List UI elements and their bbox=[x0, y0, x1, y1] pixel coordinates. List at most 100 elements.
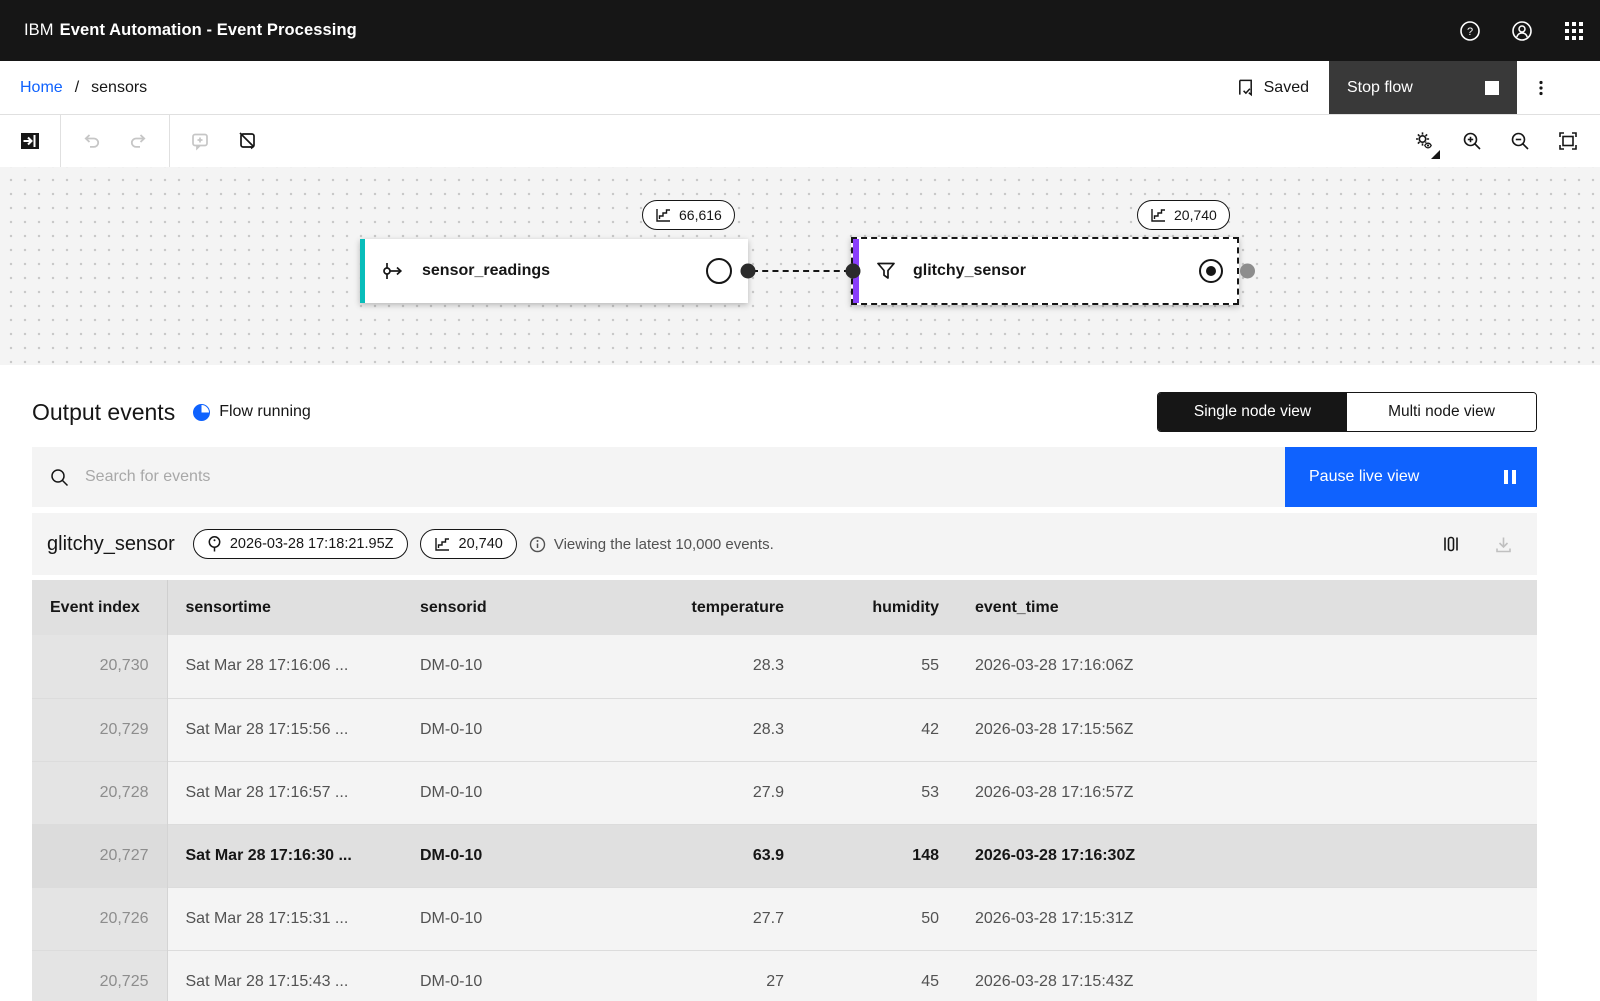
table-row[interactable]: 20,725 Sat Mar 28 17:15:43 ... DM-0-10 2… bbox=[32, 949, 1537, 1001]
header-actions: ? bbox=[1444, 0, 1600, 61]
cell-sensortime: Sat Mar 28 17:15:31 ... bbox=[167, 886, 402, 950]
fit-to-screen-button[interactable] bbox=[1544, 117, 1592, 165]
table-row[interactable]: 20,727 Sat Mar 28 17:16:30 ... DM-0-10 6… bbox=[32, 823, 1537, 887]
column-settings-icon bbox=[1442, 535, 1460, 553]
node-glitchy-sensor[interactable]: glitchy_sensor bbox=[845, 237, 1255, 305]
search-row: Pause live view bbox=[32, 447, 1537, 507]
zoom-in-button[interactable] bbox=[1448, 117, 1496, 165]
breadcrumb-current: sensors bbox=[91, 78, 148, 96]
cell-event-index: 20,726 bbox=[32, 886, 168, 950]
node-view-switcher: Single node view Multi node view bbox=[1157, 392, 1537, 432]
cell-sensorid: DM-0-10 bbox=[402, 697, 652, 761]
column-settings-button[interactable] bbox=[1431, 524, 1471, 564]
zoom-out-icon bbox=[1509, 130, 1531, 152]
cell-sensortime: Sat Mar 28 17:16:57 ... bbox=[167, 760, 402, 824]
table-row[interactable]: 20,730 Sat Mar 28 17:16:06 ... DM-0-10 2… bbox=[32, 635, 1537, 698]
stop-icon bbox=[1485, 80, 1499, 95]
cell-temperature: 28.3 bbox=[652, 697, 802, 761]
filter-icon bbox=[875, 260, 897, 282]
download-button[interactable] bbox=[1483, 524, 1523, 564]
cell-humidity: 45 bbox=[802, 949, 957, 1001]
deselect-button[interactable] bbox=[224, 117, 272, 165]
cell-sensorid: DM-0-10 bbox=[402, 949, 652, 1001]
cell-event-time: 2026-03-28 17:16:06Z bbox=[957, 635, 1537, 698]
download-icon bbox=[1494, 535, 1513, 554]
table-body: 20,730 Sat Mar 28 17:16:06 ... DM-0-10 2… bbox=[32, 635, 1537, 1001]
view-settings-button[interactable] bbox=[1400, 117, 1448, 165]
user-profile-button[interactable] bbox=[1496, 0, 1548, 61]
help-button[interactable]: ? bbox=[1444, 0, 1496, 61]
cell-humidity: 55 bbox=[802, 635, 957, 698]
search-input[interactable] bbox=[85, 468, 1285, 486]
table-row[interactable]: 20,728 Sat Mar 28 17:16:57 ... DM-0-10 2… bbox=[32, 760, 1537, 824]
help-icon: ? bbox=[1459, 20, 1481, 42]
redo-button[interactable] bbox=[115, 117, 163, 165]
timestamp-chip[interactable]: 2026-03-28 17:18:21.95Z bbox=[192, 529, 408, 559]
add-comment-button[interactable] bbox=[176, 117, 224, 165]
input-port[interactable] bbox=[845, 263, 861, 279]
event-count-chip-label: 20,740 bbox=[458, 536, 503, 552]
event-count-badge-source: 66,616 bbox=[642, 200, 735, 230]
ghost-output-port[interactable] bbox=[1240, 263, 1255, 279]
col-temperature: temperature bbox=[652, 580, 802, 635]
cell-humidity: 42 bbox=[802, 697, 957, 761]
step-chart-icon bbox=[655, 208, 672, 223]
toolbar-group-edit bbox=[170, 115, 278, 167]
events-table-wrap: Event index sensortime sensorid temperat… bbox=[32, 580, 1537, 1001]
deselect-icon bbox=[237, 130, 259, 152]
cell-sensortime: Sat Mar 28 17:16:30 ... bbox=[167, 823, 402, 887]
output-selected-radio[interactable] bbox=[1199, 259, 1223, 283]
table-header: Event index sensortime sensorid temperat… bbox=[32, 580, 1537, 635]
cell-sensorid: DM-0-10 bbox=[402, 635, 652, 698]
col-sensorid: sensorid bbox=[402, 580, 652, 635]
cell-temperature: 27 bbox=[652, 949, 802, 1001]
open-panel-button[interactable] bbox=[6, 117, 54, 165]
cell-event-time: 2026-03-28 17:16:30Z bbox=[957, 823, 1537, 887]
open-panel-icon bbox=[19, 130, 41, 152]
cell-event-time: 2026-03-28 17:16:57Z bbox=[957, 760, 1537, 824]
toolbar-right bbox=[1400, 117, 1600, 165]
stop-flow-button[interactable]: Stop flow bbox=[1329, 61, 1517, 114]
timestamp-chip-label: 2026-03-28 17:18:21.95Z bbox=[229, 536, 394, 552]
output-anchor-circle[interactable] bbox=[706, 258, 732, 284]
cell-event-index: 20,728 bbox=[32, 760, 168, 824]
undo-button[interactable] bbox=[67, 117, 115, 165]
table-row[interactable]: 20,726 Sat Mar 28 17:15:31 ... DM-0-10 2… bbox=[32, 886, 1537, 950]
cell-event-index: 20,729 bbox=[32, 697, 168, 761]
cell-event-time: 2026-03-28 17:15:43Z bbox=[957, 949, 1537, 1001]
cell-event-time: 2026-03-28 17:15:56Z bbox=[957, 697, 1537, 761]
tab-multi-node-view[interactable]: Multi node view bbox=[1347, 393, 1536, 431]
cell-event-index: 20,730 bbox=[32, 635, 168, 698]
app-switcher-icon bbox=[1564, 21, 1584, 41]
cell-sensorid: DM-0-10 bbox=[402, 886, 652, 950]
user-avatar-icon bbox=[1511, 20, 1533, 42]
breadcrumb-home-link[interactable]: Home bbox=[20, 79, 63, 97]
zoom-out-button[interactable] bbox=[1496, 117, 1544, 165]
app-switcher-button[interactable] bbox=[1548, 0, 1600, 61]
cell-temperature: 28.3 bbox=[652, 635, 802, 698]
output-events-section: Output events Flow running Single node v… bbox=[0, 391, 1600, 1001]
node-sensor-readings[interactable]: sensor_readings bbox=[360, 239, 756, 303]
search-icon bbox=[50, 468, 69, 487]
flow-status-label: Flow running bbox=[219, 403, 311, 420]
table-row[interactable]: 20,729 Sat Mar 28 17:15:56 ... DM-0-10 2… bbox=[32, 697, 1537, 761]
events-info-note: Viewing the latest 10,000 events. bbox=[529, 536, 774, 553]
breadcrumb-bar: Home / sensors Saved Stop flow bbox=[0, 61, 1600, 115]
pause-live-view-button[interactable]: Pause live view bbox=[1285, 447, 1537, 507]
tab-single-node-view[interactable]: Single node view bbox=[1158, 393, 1347, 431]
node-accent-bar bbox=[360, 239, 365, 303]
cell-sensorid: DM-0-10 bbox=[402, 823, 652, 887]
overflow-menu-button[interactable] bbox=[1517, 61, 1565, 114]
event-count-chip[interactable]: 20,740 bbox=[419, 529, 517, 559]
flow-actions: Saved Stop flow bbox=[1236, 61, 1600, 114]
output-port[interactable] bbox=[740, 263, 756, 279]
progress-icon bbox=[193, 403, 211, 421]
canvas-toolbar bbox=[0, 115, 1600, 167]
cell-humidity: 53 bbox=[802, 760, 957, 824]
flow-canvas[interactable]: 66,616 20,740 sensor_readings glitchy_se… bbox=[0, 167, 1600, 365]
col-humidity: humidity bbox=[802, 580, 957, 635]
section-head-left: Output events Flow running bbox=[32, 399, 311, 426]
cell-sensortime: Sat Mar 28 17:15:56 ... bbox=[167, 697, 402, 761]
toolbar-left bbox=[0, 115, 278, 167]
selected-node-name: glitchy_sensor bbox=[47, 532, 175, 555]
